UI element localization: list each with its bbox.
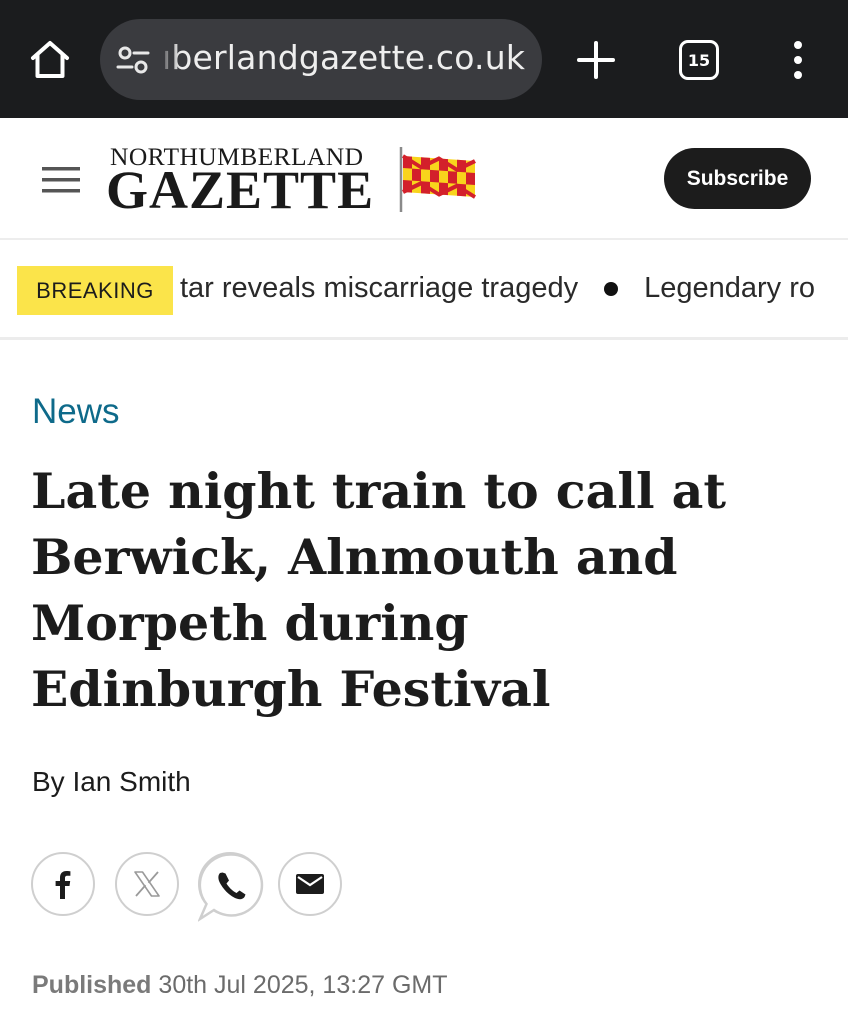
tab-count: 15	[687, 50, 711, 70]
hamburger-icon	[42, 167, 80, 193]
more-menu-button[interactable]	[786, 40, 810, 80]
home-icon	[31, 41, 69, 78]
byline[interactable]: By Ian Smith	[32, 766, 191, 798]
breaking-badge: BREAKING	[17, 266, 173, 315]
article-headline: Late night train to call at Berwick, Aln…	[31, 462, 727, 718]
published-datetime: 30th Jul 2025, 13:27 GMT	[158, 971, 448, 999]
share-buttons	[31, 852, 361, 922]
breaking-news-ticker: BREAKING tar reveals miscarriage tragedy…	[0, 242, 848, 340]
published-label: Published	[32, 971, 152, 999]
email-icon	[296, 874, 324, 894]
site-header: NORTHUMBERLAND GAZETTE Subscribe	[0, 118, 848, 240]
tabs-button[interactable]: 15	[679, 40, 719, 80]
published-date: Published 30th Jul 2025, 13:27 GMT	[32, 971, 447, 1000]
subscribe-button[interactable]: Subscribe	[664, 148, 811, 209]
share-whatsapp-button[interactable]	[198, 852, 264, 922]
ticker-separator	[604, 281, 619, 296]
url-text[interactable]: ıberlandgazette.co.uk	[162, 38, 525, 77]
share-facebook-button[interactable]	[31, 852, 95, 916]
url-fade	[158, 19, 180, 100]
section-link[interactable]: News	[32, 392, 120, 432]
more-vert-icon	[794, 41, 802, 79]
ticker-track: tar reveals miscarriage tragedy Legendar…	[180, 272, 815, 305]
site-settings-icon[interactable]	[116, 44, 150, 76]
home-button[interactable]	[26, 36, 74, 84]
new-tab-button[interactable]	[574, 38, 618, 82]
ticker-item[interactable]: Legendary ro	[644, 272, 815, 305]
ticker-item[interactable]: tar reveals miscarriage tragedy	[180, 272, 578, 305]
northumberland-flag-icon	[399, 147, 476, 212]
share-email-button[interactable]	[278, 852, 342, 916]
whatsapp-icon	[198, 853, 264, 922]
plus-icon	[577, 41, 615, 79]
browser-toolbar: ıberlandgazette.co.uk 15	[0, 0, 848, 118]
share-x-button[interactable]	[115, 852, 179, 916]
logo-main-text: GAZETTE	[106, 160, 375, 220]
address-bar[interactable]: ıberlandgazette.co.uk	[100, 19, 542, 100]
facebook-icon	[55, 871, 71, 899]
menu-button[interactable]	[42, 165, 80, 195]
x-icon	[134, 871, 160, 897]
site-logo[interactable]: NORTHUMBERLAND GAZETTE	[106, 142, 486, 222]
